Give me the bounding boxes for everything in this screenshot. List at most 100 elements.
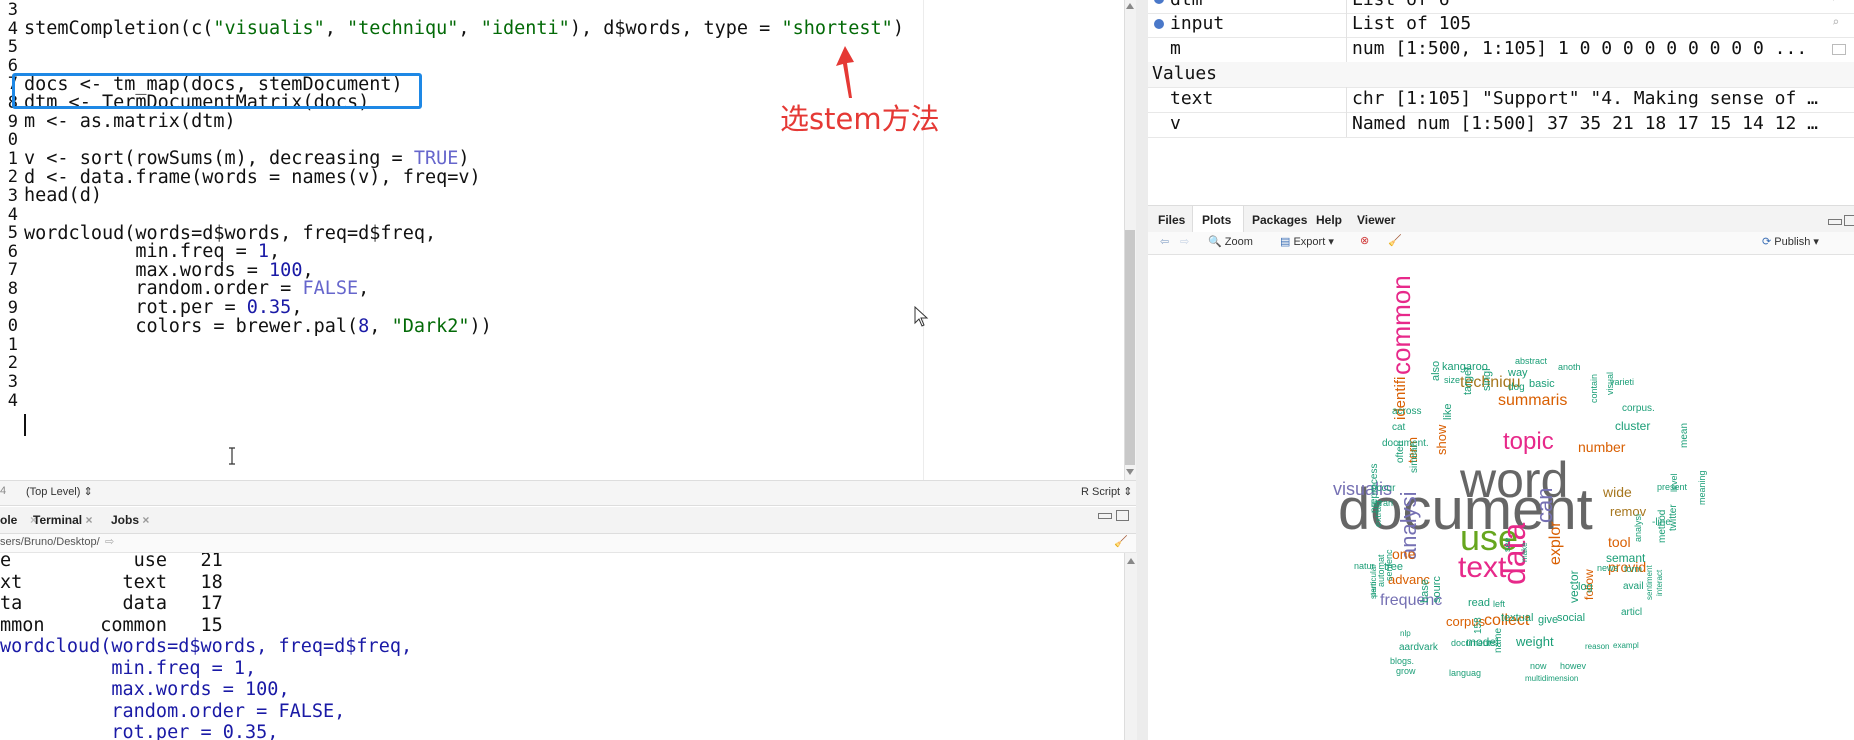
wordcloud-word: nlp — [1400, 629, 1411, 638]
env-row-v[interactable]: v Named num [1:500] 37 35 21 18 17 15 14… — [1148, 112, 1854, 138]
minimize-icon[interactable] — [1098, 513, 1112, 519]
env-var-name: text — [1170, 88, 1214, 109]
code-line[interactable]: colors = brewer.pal(8, "Dark2")) — [24, 315, 492, 337]
tab-jobs[interactable]: Jobs × — [111, 513, 149, 527]
env-var-value: List of 105 — [1352, 13, 1472, 34]
clear-console-icon[interactable]: 🧹 — [1114, 535, 1128, 548]
column-divider — [1346, 37, 1347, 62]
search-icon[interactable]: ⌕ — [1832, 15, 1839, 29]
console-output[interactable]: e use 21 xt text 18 ta data 17 mmon common … — [0, 553, 1124, 740]
line-number: 1 — [7, 148, 18, 169]
back-arrow-icon[interactable]: ⇦ — [1160, 235, 1169, 248]
line-number: 3 — [7, 372, 18, 392]
wordcloud-word: stem — [1369, 581, 1378, 599]
wordcloud-word: languag — [1449, 668, 1482, 678]
wordcloud-word: make — [1520, 542, 1529, 562]
close-icon[interactable]: × — [142, 513, 149, 527]
code-token: head(d) — [24, 185, 102, 207]
code-token: "identi" — [480, 18, 570, 39]
line-number: 5 — [7, 37, 18, 58]
line-number: 1 — [7, 334, 18, 355]
wordcloud-word: analysi — [1633, 513, 1643, 542]
console-line: mmon common 15 — [0, 614, 223, 636]
env-var-name: dtm — [1170, 0, 1203, 10]
wordcloud-word: cat — [1392, 422, 1406, 433]
clear-plots-icon[interactable]: 🧹 — [1388, 234, 1402, 247]
editor-scrollbar-thumb[interactable] — [1125, 230, 1135, 465]
wordcloud-word: number — [1578, 439, 1626, 455]
tab-plots[interactable]: Plots — [1202, 213, 1231, 227]
line-number: 0 — [7, 316, 18, 337]
wordcloud-word: textual — [1501, 612, 1534, 624]
zoom-icon: 🔍 — [1208, 236, 1222, 248]
console-line: e use 21 — [0, 553, 223, 571]
wordcloud-word: sentenc — [1384, 549, 1394, 581]
wordcloud-word: abstract — [1515, 356, 1548, 366]
zoom-button[interactable]: 🔍 Zoom — [1208, 235, 1253, 248]
env-row-text[interactable]: text chr [1:105] "Support" "4. Making se… — [1148, 87, 1854, 113]
expand-icon[interactable] — [1154, 19, 1164, 29]
tab-terminal[interactable]: Terminal × — [33, 513, 92, 527]
wordcloud-word: anoth — [1558, 362, 1581, 372]
wordcloud-word: multidimension — [1525, 674, 1579, 683]
line-number: 5 — [7, 223, 18, 244]
code-token: m <- as.matrix(dtm) — [24, 111, 236, 132]
console-tab-bar: ole × Terminal × Jobs × — [0, 507, 1136, 534]
close-icon[interactable]: × — [85, 513, 92, 527]
wordcloud-word: aardvark — [1399, 642, 1438, 653]
goto-directory-icon[interactable]: ⇨ — [105, 535, 114, 548]
expand-icon[interactable] — [1154, 0, 1164, 4]
tab-label: Jobs — [111, 513, 140, 527]
scroll-down-icon[interactable] — [1125, 468, 1135, 476]
tab-packages[interactable]: Packages — [1252, 213, 1307, 227]
export-button[interactable]: ▤ Export ▾ — [1280, 235, 1334, 248]
wordcloud-word: 158 — [1473, 617, 1484, 634]
forward-arrow-icon[interactable]: ⇨ — [1180, 235, 1189, 248]
env-row-m[interactable]: m num [1:500, 1:105] 1 0 0 0 0 0 0 0 0 0… — [1148, 37, 1854, 63]
publish-icon: ⟳ — [1762, 236, 1772, 248]
scroll-up-icon[interactable] — [1125, 2, 1135, 10]
tab-console[interactable]: ole — [0, 513, 17, 527]
env-row-input[interactable]: input List of 105 ⌕ — [1148, 12, 1854, 38]
scroll-up-icon[interactable] — [1126, 557, 1136, 565]
code-token: "techniqu" — [347, 18, 459, 39]
code-token: )) — [469, 315, 492, 337]
pane-splitter[interactable] — [1136, 0, 1148, 740]
files-plots-tab-bar: Files Plots Packages Help Viewer — [1148, 205, 1854, 233]
console-scrollbar[interactable] — [1124, 553, 1137, 740]
tab-help[interactable]: Help — [1316, 213, 1342, 227]
publish-button[interactable]: ⟳ Publish ▾ — [1762, 235, 1819, 248]
minimize-icon[interactable] — [1828, 219, 1842, 225]
tab-label: ole — [0, 513, 18, 527]
code-line[interactable]: stemCompletion(c("visualis", "techniqu",… — [24, 18, 904, 39]
code-token: "Dark2" — [391, 315, 470, 337]
tab-files[interactable]: Files — [1158, 213, 1185, 227]
scope-label: (Top Level) — [26, 486, 81, 498]
file-type-selector[interactable]: R Script ⇕ — [1081, 485, 1132, 498]
view-grid-icon[interactable] — [1832, 44, 1846, 55]
source-editor[interactable]: 3456789012345678901234 stemCompletion(c(… — [0, 0, 1124, 480]
code-token: 8 — [358, 315, 370, 337]
wordcloud-word: weight — [1516, 634, 1554, 649]
maximize-icon[interactable] — [1116, 510, 1129, 521]
print-margin-line — [923, 0, 924, 480]
line-number: 3 — [7, 186, 18, 206]
scope-selector[interactable]: (Top Level) ⇕ — [26, 485, 93, 498]
search-icon[interactable]: ⌕ — [1832, 0, 1839, 5]
line-number: 4 — [7, 390, 18, 411]
maximize-icon[interactable] — [1844, 215, 1854, 226]
wordcloud-word: meaning — [1697, 470, 1707, 505]
wordcloud-word: method — [1657, 509, 1668, 543]
wordcloud-word: reason — [1585, 642, 1610, 651]
code-line[interactable]: head(d) — [24, 185, 102, 206]
wordcloud-word: summaris — [1498, 392, 1568, 409]
code-line[interactable]: m <- as.matrix(dtm) — [24, 111, 236, 132]
tab-viewer[interactable]: Viewer — [1357, 213, 1395, 227]
wordcloud-word: read — [1468, 597, 1491, 609]
wordcloud-word: name — [1493, 627, 1504, 653]
remove-plot-icon[interactable]: ⊗ — [1360, 234, 1369, 247]
tab-label: Terminal — [33, 513, 83, 527]
wordcloud-word: way — [1508, 367, 1528, 379]
updown-icon: ⇕ — [1123, 486, 1133, 498]
wordcloud-word: dog — [1508, 382, 1525, 393]
